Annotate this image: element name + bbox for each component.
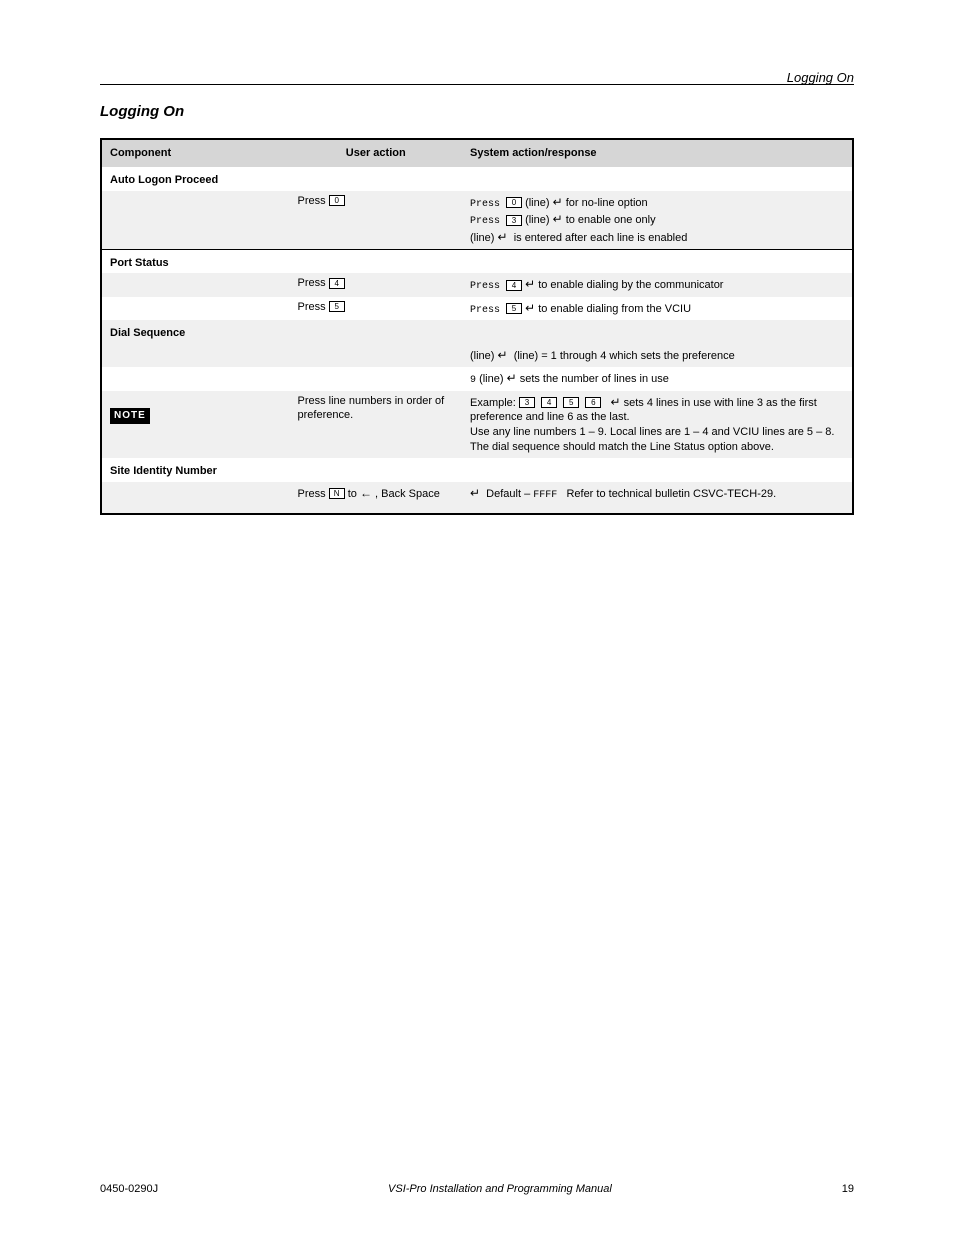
- note-badge: NOTE: [110, 408, 150, 424]
- key-4-icon: [329, 278, 345, 289]
- row-auto-logon-1: Press Press (line) ↵ for no-line option …: [102, 191, 852, 249]
- col-component: Component: [102, 140, 290, 167]
- key-3-icon: [519, 397, 535, 408]
- key-5-icon: [506, 303, 522, 314]
- group-dial-sequence: Dial Sequence: [102, 320, 852, 344]
- page-footer: 0450-0290J VSI-Pro Installation and Prog…: [100, 1183, 854, 1195]
- row-dial-seq-3: NOTE Press line numbers in order of pref…: [102, 391, 852, 458]
- col-user-action: User action: [290, 140, 463, 167]
- key-6-icon: [585, 397, 601, 408]
- footer-right: 19: [842, 1183, 854, 1195]
- key-3-icon: [506, 215, 522, 226]
- enter-icon: ↵: [470, 486, 480, 500]
- enter-icon: ↵: [525, 277, 535, 291]
- group-auto-logon: Auto Logon Proceed: [102, 167, 852, 191]
- procedure-table: Component User action System action/resp…: [100, 138, 854, 515]
- key-5-icon: [329, 301, 345, 312]
- row-site-id-1: Press to ← , Back Space ↵ Default – FFFF…: [102, 482, 852, 506]
- row-port-status-2: Press Press ↵ to enable dialing from the…: [102, 297, 852, 321]
- backspace-icon: ←: [360, 486, 372, 500]
- footer-mid: VSI-Pro Installation and Programming Man…: [388, 1183, 612, 1195]
- enter-icon: ↵: [498, 348, 508, 362]
- group-site-identity: Site Identity Number: [102, 458, 852, 482]
- enter-icon: ↵: [553, 195, 563, 209]
- table-header-row: Component User action System action/resp…: [102, 140, 852, 167]
- section-heading: Logging On: [100, 103, 854, 120]
- key-N-icon: [329, 488, 345, 499]
- footer-left: 0450-0290J: [100, 1183, 158, 1195]
- page-header-right: Logging On: [787, 70, 854, 85]
- enter-icon: ↵: [525, 301, 535, 315]
- row-dial-seq-2: 9 (line) ↵ sets the number of lines in u…: [102, 367, 852, 391]
- col-system-action: System action/response: [462, 140, 852, 167]
- enter-icon: ↵: [610, 395, 620, 409]
- header-rule: [100, 84, 854, 85]
- key-4-icon: [541, 397, 557, 408]
- key-4-icon: [506, 280, 522, 291]
- key-0-icon: [506, 197, 522, 208]
- enter-icon: ↵: [507, 371, 517, 385]
- key-0-icon: [329, 195, 345, 206]
- row-dial-seq-1: (line) ↵ (line) = 1 through 4 which sets…: [102, 344, 852, 367]
- enter-icon: ↵: [498, 230, 508, 244]
- enter-icon: ↵: [553, 212, 563, 226]
- key-5-icon: [563, 397, 579, 408]
- row-port-status-1: Press Press ↵ to enable dialing by the c…: [102, 273, 852, 297]
- group-port-status: Port Status: [102, 250, 852, 274]
